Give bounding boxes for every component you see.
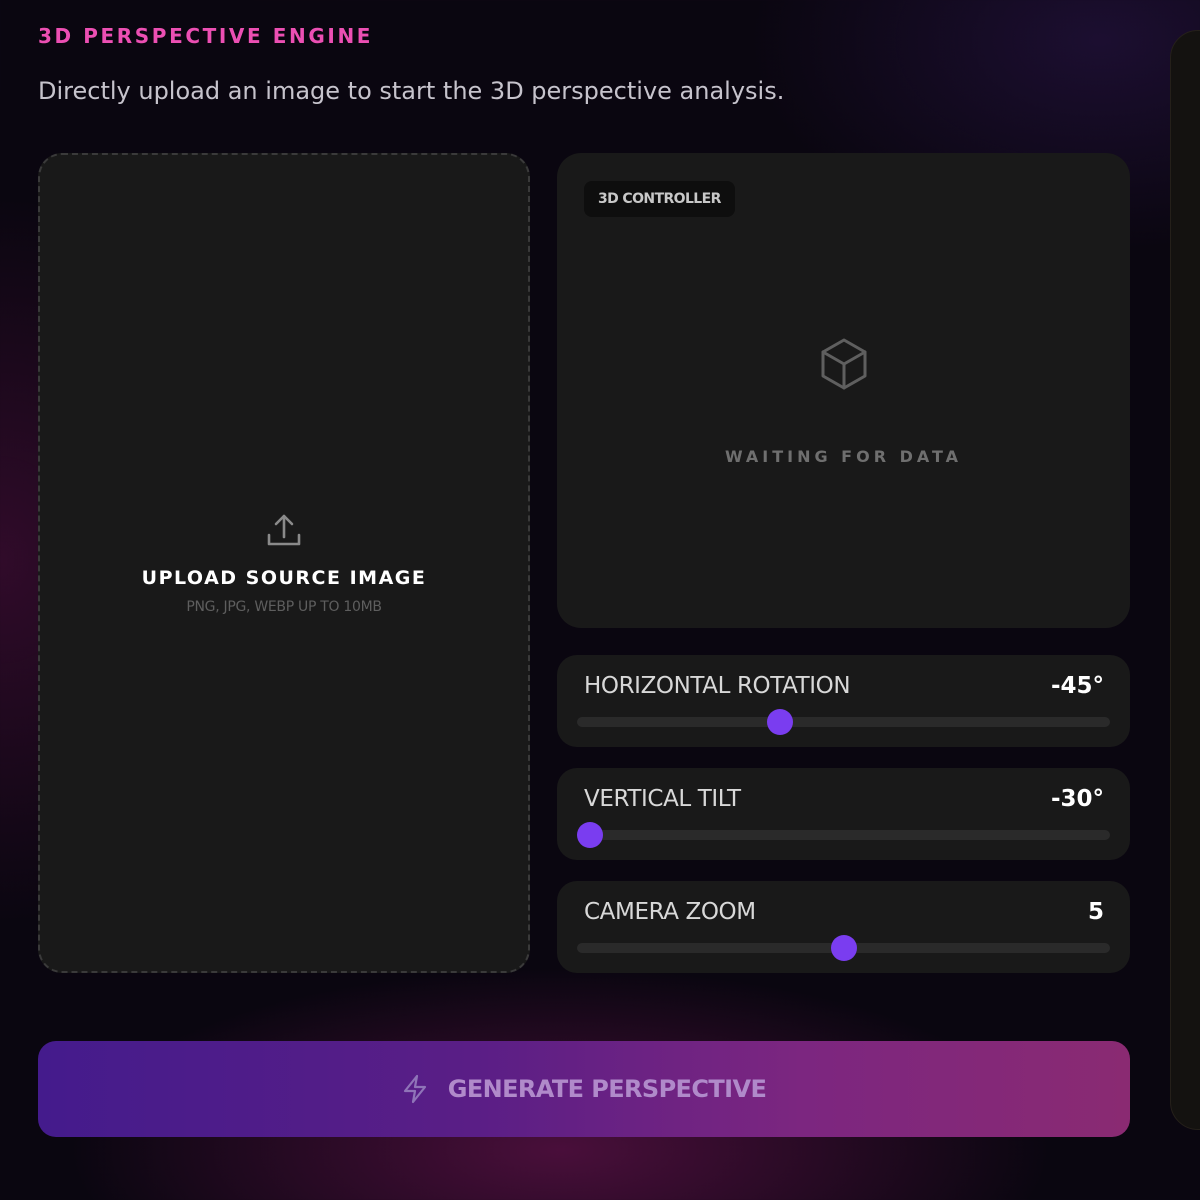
camera-zoom-slider: CAMERA ZOOM 5 bbox=[557, 881, 1130, 973]
vertical-tilt-slider: VERTICAL TILT -30° bbox=[557, 768, 1130, 860]
controller-status: WAITING FOR DATA bbox=[724, 447, 963, 466]
slider-label: CAMERA ZOOM bbox=[584, 899, 756, 925]
horizontal-rotation-slider: HORIZONTAL ROTATION -45° bbox=[557, 655, 1130, 747]
upload-hint: PNG, JPG, WEBP UP TO 10MB bbox=[186, 599, 382, 615]
slider-value: -30° bbox=[1050, 786, 1104, 812]
upload-title: UPLOAD SOURCE IMAGE bbox=[141, 567, 427, 589]
controller-badge: 3D CONTROLLER bbox=[584, 181, 735, 217]
slider-track[interactable] bbox=[577, 935, 1110, 961]
cube-icon bbox=[821, 338, 867, 390]
slider-track[interactable] bbox=[577, 709, 1110, 735]
slider-value: -45° bbox=[1050, 673, 1104, 699]
side-panel bbox=[1170, 30, 1200, 1130]
bolt-icon bbox=[403, 1074, 426, 1104]
page-eyebrow: 3D PERSPECTIVE ENGINE bbox=[38, 24, 374, 48]
slider-thumb[interactable] bbox=[830, 935, 857, 961]
slider-thumb[interactable] bbox=[767, 709, 794, 735]
page-subtitle: Directly upload an image to start the 3D… bbox=[38, 77, 785, 105]
3d-controller-panel[interactable]: 3D CONTROLLER WAITING FOR DATA bbox=[557, 153, 1130, 628]
slider-track[interactable] bbox=[577, 822, 1110, 848]
generate-label: GENERATE PERSPECTIVE bbox=[447, 1075, 767, 1103]
upload-icon bbox=[267, 514, 301, 546]
upload-dropzone[interactable]: UPLOAD SOURCE IMAGE PNG, JPG, WEBP UP TO… bbox=[38, 153, 530, 973]
slider-label: HORIZONTAL ROTATION bbox=[584, 673, 851, 699]
slider-label: VERTICAL TILT bbox=[584, 786, 741, 812]
slider-thumb[interactable] bbox=[577, 822, 604, 848]
slider-value: 5 bbox=[1087, 899, 1104, 925]
generate-perspective-button[interactable]: GENERATE PERSPECTIVE bbox=[38, 1041, 1130, 1137]
